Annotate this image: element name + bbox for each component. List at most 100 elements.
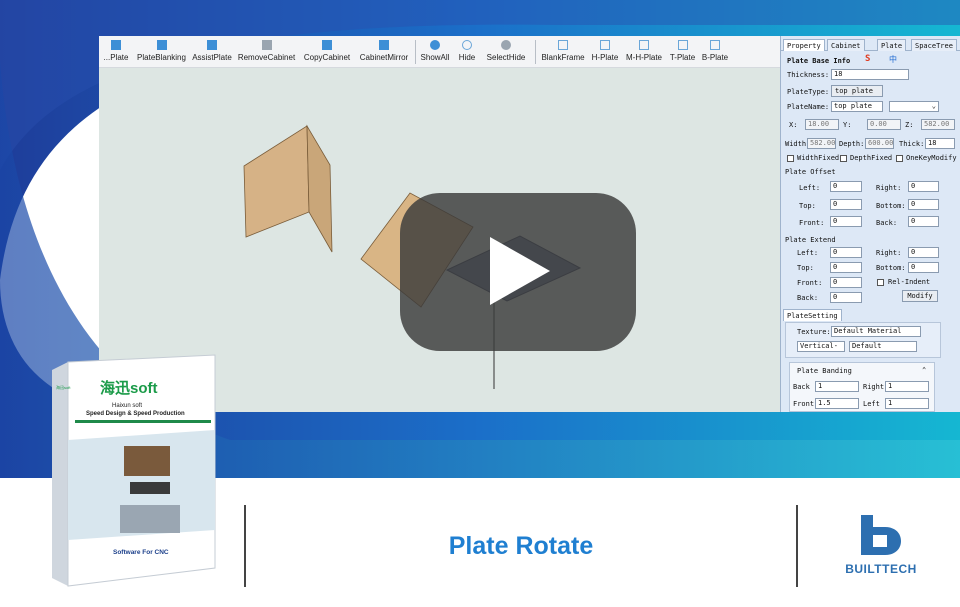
- builttech-logo-icon: [861, 515, 901, 555]
- offset-back-input[interactable]: 0: [908, 216, 939, 227]
- toolbar-separator: [415, 40, 416, 64]
- box-subtitle-2: Speed Design & Speed Production: [86, 411, 185, 417]
- offset-header: Plate Offset: [785, 168, 836, 176]
- banding-left-input[interactable]: 1: [885, 398, 929, 409]
- onekey-label: OneKeyModify: [906, 154, 957, 162]
- depthfixed-checkbox[interactable]: [840, 155, 847, 162]
- widthfixed-label: WidthFixed: [797, 154, 840, 162]
- box-footer: Software For CNC: [113, 549, 169, 556]
- thickness-label: Thickness:: [787, 71, 830, 79]
- tab-cabinet[interactable]: Cabinet: [827, 39, 865, 51]
- tab-platesetting[interactable]: PlateSetting: [783, 309, 842, 321]
- platename-dropdown[interactable]: ⌄: [889, 101, 939, 112]
- extend-back-input[interactable]: 0: [830, 292, 862, 303]
- software-box: [52, 354, 216, 587]
- cabinet-plate-left[interactable]: [243, 125, 310, 238]
- ime-s-icon: S: [865, 54, 871, 64]
- toolbar-selecthide-button[interactable]: SelectHide: [484, 39, 528, 67]
- platename-label: PlateName:: [787, 103, 830, 111]
- offset-top-label: Top:: [799, 202, 816, 210]
- depthfixed-label: DepthFixed: [850, 154, 893, 162]
- property-panel: Property Cabinet Plate SpaceTree Plate B…: [780, 36, 960, 412]
- banding-left-label: Left: [863, 400, 880, 408]
- extend-top-input[interactable]: 0: [830, 262, 862, 273]
- cabinet-plate-side[interactable]: [306, 124, 333, 253]
- y-input[interactable]: 0.00: [867, 119, 901, 130]
- offset-bottom-label: Bottom:: [876, 202, 906, 210]
- extend-bottom-input[interactable]: 0: [908, 262, 939, 273]
- tab-plate[interactable]: Plate: [877, 39, 907, 51]
- extend-front-label: Front:: [797, 279, 823, 287]
- relindent-checkbox[interactable]: [877, 279, 884, 286]
- extend-left-label: Left:: [797, 249, 819, 257]
- box-corner-logo: 海迅soft: [56, 385, 71, 390]
- banding-back-input[interactable]: 1: [815, 381, 859, 392]
- x-input[interactable]: 18.00: [805, 119, 839, 130]
- offset-right-input[interactable]: 0: [908, 181, 939, 192]
- platename-input[interactable]: top plate: [831, 101, 883, 112]
- blank-frame-icon: [558, 40, 568, 50]
- offset-left-input[interactable]: 0: [830, 181, 862, 192]
- toolbar-cabinetmirror-button[interactable]: CabinetMirror: [357, 39, 411, 67]
- texture-label: Texture:: [797, 328, 831, 336]
- tab-property[interactable]: Property: [783, 39, 825, 51]
- extend-back-label: Back:: [797, 294, 819, 302]
- offset-front-label: Front:: [799, 219, 825, 227]
- thick-label: Thick:: [899, 140, 925, 148]
- t-plate-icon: [677, 40, 688, 50]
- depth-label: Depth:: [839, 140, 865, 148]
- tab-spacetree[interactable]: SpaceTree: [911, 39, 957, 51]
- toolbar-h-plate-button[interactable]: H-Plate: [591, 39, 619, 67]
- collapse-icon[interactable]: ⌃: [922, 366, 926, 374]
- default-select[interactable]: Default: [849, 341, 917, 352]
- toolbar-m-h-plate-button[interactable]: M-H-Plate: [624, 39, 664, 67]
- extend-right-input[interactable]: 0: [908, 247, 939, 258]
- x-label: X:: [789, 121, 798, 129]
- z-label: Z:: [905, 121, 914, 129]
- texture-input[interactable]: Default Material: [831, 326, 921, 337]
- onekey-checkbox[interactable]: [896, 155, 903, 162]
- ime-zh-icon: 中: [889, 55, 897, 64]
- eye-icon: [430, 40, 440, 50]
- relindent-label: Rel-Indent: [888, 278, 931, 286]
- offset-bottom-input[interactable]: 0: [908, 199, 939, 210]
- widthfixed-checkbox[interactable]: [787, 155, 794, 162]
- video-play-button[interactable]: [400, 193, 636, 351]
- offset-top-input[interactable]: 0: [830, 199, 862, 210]
- video-title: Plate Rotate: [448, 532, 594, 560]
- toolbar-showall-button[interactable]: ShowAll: [419, 39, 451, 67]
- remove-cabinet-icon: [261, 40, 272, 50]
- toolbar-removecabinet-button[interactable]: RemoveCabinet: [237, 39, 296, 67]
- toolbar-t-plate-button[interactable]: T-Plate: [669, 39, 696, 67]
- panel-tabs: Property Cabinet Plate SpaceTree: [781, 39, 960, 51]
- thick-input[interactable]: 18: [925, 138, 955, 149]
- banding-right-input[interactable]: 1: [885, 381, 929, 392]
- chevron-down-icon: ⌄: [931, 102, 936, 110]
- toolbar-copycabinet-button[interactable]: CopyCabinet: [302, 39, 352, 67]
- brand-name: BUILTTECH: [845, 562, 917, 576]
- eye-slash-icon: [462, 40, 472, 50]
- toolbar-b-plate-button[interactable]: B-Plate: [701, 39, 729, 67]
- copy-cabinet-icon: [322, 40, 332, 50]
- b-plate-icon: [710, 40, 720, 50]
- extend-left-input[interactable]: 0: [830, 247, 862, 258]
- offset-back-label: Back:: [876, 219, 898, 227]
- toolbar-hide-button[interactable]: Hide: [455, 39, 479, 67]
- platetype-select[interactable]: top plate: [831, 85, 883, 97]
- thickness-input[interactable]: 18: [831, 69, 909, 80]
- offset-front-input[interactable]: 0: [830, 216, 862, 227]
- extend-front-input[interactable]: 0: [830, 277, 862, 288]
- toolbar-blankframe-button[interactable]: BlankFrame: [540, 39, 586, 67]
- box-logo: 海迅soft: [100, 380, 158, 397]
- extend-header: Plate Extend: [785, 236, 836, 244]
- direction-select[interactable]: Vertical-: [797, 341, 845, 352]
- m-h-plate-icon: [639, 40, 649, 50]
- banding-front-input[interactable]: 1.5: [815, 398, 859, 409]
- z-input[interactable]: 582.00: [921, 119, 955, 130]
- select-hide-icon: [501, 40, 511, 50]
- toolbar-separator: [535, 40, 536, 64]
- depth-input[interactable]: 600.00: [865, 138, 894, 149]
- width-input[interactable]: 582.00: [807, 138, 836, 149]
- extend-right-label: Right:: [876, 249, 902, 257]
- modify-button[interactable]: Modify: [902, 290, 938, 302]
